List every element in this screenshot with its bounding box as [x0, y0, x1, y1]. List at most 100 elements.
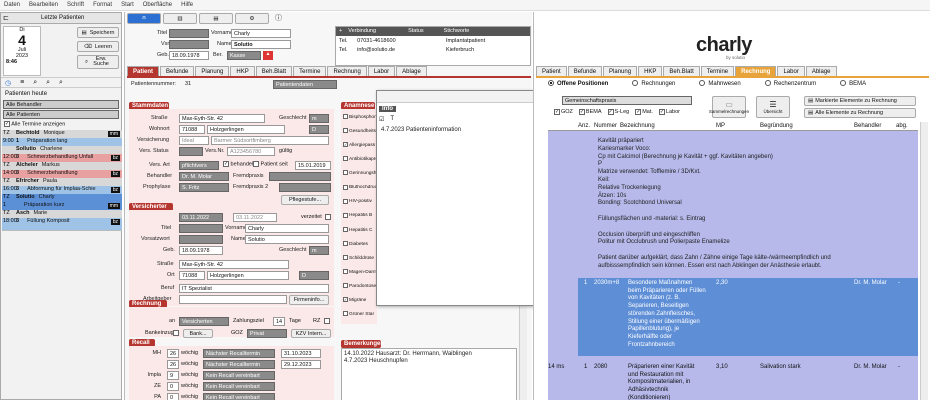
- patient-filter[interactable]: Alle Patienten: [3, 110, 119, 119]
- menu-hilfe[interactable]: Hilfe: [181, 2, 193, 8]
- tab-hkp[interactable]: HKP: [230, 66, 255, 76]
- anamnese-item[interactable]: Bluthochdruck: [343, 184, 377, 190]
- recall-date[interactable]: 29.12.2023: [281, 360, 321, 369]
- geb-field[interactable]: 18.09.1978: [169, 51, 209, 60]
- bankeinzug-checkbox[interactable]: [173, 330, 179, 336]
- menu-schrift[interactable]: Schrift: [67, 2, 84, 8]
- behandler-filter[interactable]: Alle Behandler: [3, 100, 119, 109]
- uebersicht-button[interactable]: ☰ Übersicht: [756, 96, 790, 118]
- anamnese-checkbox[interactable]: [343, 184, 348, 190]
- recall-type-dropdown[interactable]: Kein Recall vereinbart: [203, 382, 275, 391]
- right-tab-termine[interactable]: Termine: [700, 66, 735, 76]
- anamnese-checkbox[interactable]: [343, 269, 348, 275]
- v-geschlecht-dropdown[interactable]: m: [309, 246, 329, 255]
- firmeninfo-button[interactable]: Firmeninfo...: [289, 295, 329, 305]
- tab-befunde[interactable]: Befunde: [160, 66, 195, 76]
- clear-button[interactable]: ⌫ Leeren: [77, 41, 119, 52]
- fremdpraxis2-dropdown[interactable]: [279, 183, 331, 192]
- anamnese-item[interactable]: Hepatitis B: [343, 212, 377, 218]
- anamnese-item[interactable]: Grüner Star: [343, 311, 377, 317]
- rechnung-an-dropdown[interactable]: Versicherten: [179, 317, 229, 326]
- right-tab-ablage[interactable]: Ablage: [805, 66, 837, 76]
- right-tab-patient[interactable]: Patient: [536, 66, 567, 76]
- anamnese-item[interactable]: Parodontose: [343, 283, 377, 289]
- zoom-icon[interactable]: ⌕: [46, 79, 50, 87]
- billing-mode-option[interactable]: Mahnwesen: [699, 80, 741, 89]
- recall-interval[interactable]: 0: [167, 382, 179, 391]
- anamnese-item[interactable]: Gesundheitsfragebogen: [343, 128, 377, 134]
- right-tab-labor[interactable]: Labor: [777, 66, 805, 76]
- anamnese-checkbox[interactable]: [343, 212, 348, 218]
- show-all-checkbox[interactable]: ✓: [4, 121, 10, 127]
- tab-rechnung[interactable]: Rechnung: [327, 66, 367, 76]
- filter-checkbox[interactable]: ✓: [658, 109, 665, 115]
- radio-button[interactable]: [699, 80, 706, 86]
- titel-dropdown[interactable]: [169, 29, 209, 38]
- vsr-dropdown[interactable]: [169, 40, 209, 49]
- add-contact-icon[interactable]: +: [339, 27, 342, 36]
- tab-termine[interactable]: Termine: [293, 66, 327, 76]
- v-plz-field[interactable]: 71088: [179, 271, 205, 280]
- name-field[interactable]: Solutio: [231, 40, 291, 49]
- anamnese-checkbox[interactable]: [343, 311, 348, 317]
- behandelt-check[interactable]: ✓: [223, 161, 229, 167]
- recall-date[interactable]: 31.10.2023: [281, 349, 321, 358]
- patient-seit-check[interactable]: [253, 161, 259, 167]
- versicherung-field[interactable]: Ideal: [179, 136, 209, 145]
- menu-daten[interactable]: Daten: [4, 2, 20, 8]
- verzeitet-checkbox[interactable]: [325, 214, 331, 220]
- tab-labor[interactable]: Labor: [367, 66, 396, 76]
- billing-mode-option[interactable]: BEMA: [840, 80, 866, 89]
- anamnese-item[interactable]: Magen-Darm / Nierenerkrankung: [343, 269, 377, 275]
- versichert-von-field[interactable]: 03.11.2022: [179, 213, 223, 222]
- radio-button[interactable]: [764, 80, 771, 86]
- anamnese-item[interactable]: Schilddrüse: [343, 255, 377, 261]
- filter-option[interactable]: ✓ S-Leg: [607, 109, 629, 115]
- tab-ablage[interactable]: Ablage: [396, 66, 427, 76]
- col-begruendung[interactable]: Begründung: [760, 123, 793, 129]
- document-tab-icon[interactable]: ▤: [199, 13, 233, 24]
- save-patient-button[interactable]: ▤ Speichern: [77, 27, 119, 38]
- filter-checkbox[interactable]: ✓: [578, 109, 585, 115]
- collapse-icon[interactable]: ⊏: [3, 14, 9, 22]
- anamnese-item[interactable]: ✓ Allergiepass: [343, 142, 377, 148]
- arbeitgeber-field[interactable]: [179, 295, 287, 304]
- markierte-button[interactable]: ▤ Markierte Elemente zu Rechnung: [804, 96, 916, 106]
- prophylaxe-dropdown[interactable]: S. Fritz: [179, 183, 229, 192]
- anamnese-item[interactable]: HIV-positiv: [343, 198, 377, 204]
- recall-interval[interactable]: 26: [167, 360, 179, 369]
- anamnese-item[interactable]: Hepatitis C: [343, 226, 377, 233]
- show-all-appointments[interactable]: ✓ Alle Termine anzeigen: [4, 121, 65, 127]
- tel-value[interactable]: 07031-4618600: [357, 38, 396, 44]
- menu-start[interactable]: Start: [121, 2, 134, 8]
- rz-checkbox[interactable]: [324, 318, 330, 324]
- red-flag-icon[interactable]: ▲: [263, 51, 273, 60]
- tab-patient[interactable]: Patient: [127, 66, 160, 76]
- patient-tab-icon[interactable]: ⍝: [127, 13, 161, 24]
- menu-oberflaeche[interactable]: Oberfläche: [143, 2, 172, 8]
- recall-type-dropdown[interactable]: Nächster Recalltermin: [203, 349, 275, 358]
- ort-field[interactable]: Holzgerlingen: [207, 125, 285, 134]
- v-geb-field[interactable]: 18.09.1978: [179, 246, 223, 255]
- statistics-tab-icon[interactable]: ▥: [163, 13, 197, 24]
- versichert-bis-field[interactable]: 03.11.2022: [233, 213, 277, 222]
- filter-option[interactable]: ✓ BEMA: [578, 109, 602, 115]
- patient-seit-checkbox[interactable]: Patient seit: [253, 161, 288, 167]
- vers-status-dropdown[interactable]: [179, 147, 203, 156]
- sammelrechnungen-button[interactable]: ▭ Sammelrechnungen: [709, 96, 749, 118]
- v-titel-dropdown[interactable]: [179, 224, 223, 233]
- col-abg[interactable]: abg.: [896, 123, 908, 129]
- vorname-field[interactable]: Charly: [231, 29, 291, 38]
- vorsatzwort-dropdown[interactable]: [179, 235, 223, 244]
- vers-nr-field[interactable]: A123456780: [227, 147, 275, 156]
- settings-tab-icon[interactable]: ⚙: [235, 13, 269, 24]
- v-strasse-field[interactable]: Max-Eyth-Str. 42: [179, 260, 289, 269]
- zahlungsziel-field[interactable]: 14: [273, 317, 285, 326]
- pflegestufe-button[interactable]: Pflegestufe...: [281, 195, 329, 205]
- tab-behblatt[interactable]: Beh.Blatt: [255, 66, 293, 76]
- filter-checkbox[interactable]: ✓: [635, 109, 642, 115]
- anamnese-checkbox[interactable]: [343, 156, 348, 162]
- right-tab-hkp[interactable]: HKP: [638, 66, 663, 76]
- email-value[interactable]: info@solutio.de: [357, 47, 395, 53]
- v-vorname-field[interactable]: Charly: [245, 224, 329, 233]
